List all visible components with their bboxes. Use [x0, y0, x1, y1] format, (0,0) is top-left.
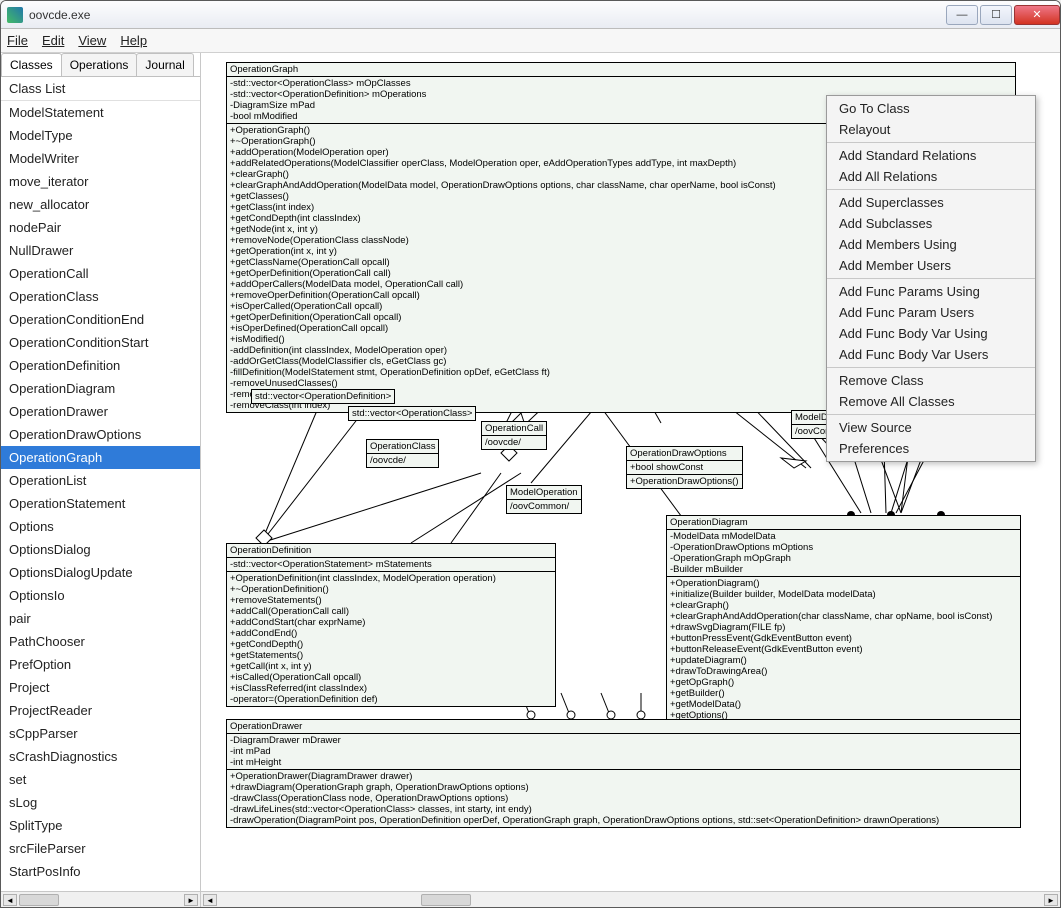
context-menu[interactable]: Go To ClassRelayout Add Standard Relation…: [826, 95, 1036, 462]
context-menu-item[interactable]: Add All Relations: [827, 166, 1035, 187]
context-menu-item[interactable]: Go To Class: [827, 98, 1035, 119]
uml-vec-opclass[interactable]: std::vector<OperationClass>: [348, 406, 476, 421]
class-list-item[interactable]: OperationConditionStart: [1, 331, 200, 354]
class-list-item[interactable]: OperationList: [1, 469, 200, 492]
app-window: oovcde.exe — ☐ ✕ File Edit View Help Cla…: [0, 0, 1061, 908]
class-list-item[interactable]: OperationConditionEnd: [1, 308, 200, 331]
class-list[interactable]: ModelStatementModelTypeModelWritermove_i…: [1, 101, 200, 891]
context-menu-item[interactable]: Remove All Classes: [827, 391, 1035, 412]
class-list-item[interactable]: move_iterator: [1, 170, 200, 193]
diagram-canvas[interactable]: OperationGraph -std::vector<OperationCla…: [201, 53, 1060, 891]
class-list-item[interactable]: OptionsDialogUpdate: [1, 561, 200, 584]
class-list-item[interactable]: srcFileParser: [1, 837, 200, 860]
class-list-item[interactable]: OptionsDialog: [1, 538, 200, 561]
class-list-item[interactable]: pair: [1, 607, 200, 630]
class-list-label: Class List: [1, 77, 200, 101]
class-list-item[interactable]: ModelType: [1, 124, 200, 147]
class-list-item[interactable]: StartPosInfo: [1, 860, 200, 883]
tab-operations[interactable]: Operations: [61, 53, 138, 76]
class-list-item[interactable]: ModelWriter: [1, 147, 200, 170]
class-list-item[interactable]: sLog: [1, 791, 200, 814]
sidebar-hscroll[interactable]: ◄ ►: [1, 891, 200, 907]
context-menu-item[interactable]: Remove Class: [827, 370, 1035, 391]
sidebar: Classes Operations Journal Class List Mo…: [1, 53, 201, 907]
context-menu-item[interactable]: Add Func Body Var Users: [827, 344, 1035, 365]
tab-classes[interactable]: Classes: [1, 53, 62, 76]
menubar: File Edit View Help: [1, 29, 1060, 53]
context-menu-item[interactable]: Add Member Users: [827, 255, 1035, 276]
context-menu-item[interactable]: Add Func Params Using: [827, 281, 1035, 302]
class-list-item[interactable]: sCppParser: [1, 722, 200, 745]
class-list-item[interactable]: OperationCall: [1, 262, 200, 285]
diagram-area: OperationGraph -std::vector<OperationCla…: [201, 53, 1060, 907]
context-menu-item[interactable]: Add Func Body Var Using: [827, 323, 1035, 344]
scroll-thumb[interactable]: [19, 894, 59, 906]
class-list-item[interactable]: sCrashDiagnostics: [1, 745, 200, 768]
class-list-item[interactable]: OperationDrawer: [1, 400, 200, 423]
class-list-item[interactable]: SplitType: [1, 814, 200, 837]
context-menu-item[interactable]: Add Func Param Users: [827, 302, 1035, 323]
scroll-thumb[interactable]: [421, 894, 471, 906]
class-list-item[interactable]: PrefOption: [1, 653, 200, 676]
class-list-item[interactable]: OperationDefinition: [1, 354, 200, 377]
uml-operationdrawoptions[interactable]: OperationDrawOptions +bool showConst +Op…: [626, 446, 743, 489]
uml-vec-opdef[interactable]: std::vector<OperationDefinition>: [251, 389, 395, 404]
uml-operationdrawer[interactable]: OperationDrawer -DiagramDrawer mDrawer-i…: [226, 719, 1021, 828]
menu-edit[interactable]: Edit: [42, 33, 64, 48]
class-list-item[interactable]: NullDrawer: [1, 239, 200, 262]
context-menu-item[interactable]: Relayout: [827, 119, 1035, 140]
context-menu-item[interactable]: View Source: [827, 417, 1035, 438]
context-menu-item[interactable]: Add Subclasses: [827, 213, 1035, 234]
class-list-item[interactable]: set: [1, 768, 200, 791]
class-list-item[interactable]: OperationClass: [1, 285, 200, 308]
context-menu-item[interactable]: Add Members Using: [827, 234, 1035, 255]
menu-file[interactable]: File: [7, 33, 28, 48]
menu-view[interactable]: View: [78, 33, 106, 48]
uml-operationcall[interactable]: OperationCall /oovcde/: [481, 421, 547, 450]
class-list-item[interactable]: nodePair: [1, 216, 200, 239]
class-list-item[interactable]: OperationGraph: [1, 446, 200, 469]
maximize-button[interactable]: ☐: [980, 5, 1012, 25]
minimize-button[interactable]: —: [946, 5, 978, 25]
window-title: oovcde.exe: [29, 8, 944, 22]
class-list-item[interactable]: ProjectReader: [1, 699, 200, 722]
canvas-hscroll[interactable]: ◄ ►: [201, 891, 1060, 907]
class-list-item[interactable]: OperationDiagram: [1, 377, 200, 400]
context-menu-item[interactable]: Preferences: [827, 438, 1035, 459]
class-list-item[interactable]: Options: [1, 515, 200, 538]
titlebar: oovcde.exe — ☐ ✕: [1, 1, 1060, 29]
uml-operationdefinition[interactable]: OperationDefinition -std::vector<Operati…: [226, 543, 556, 707]
scroll-left-icon[interactable]: ◄: [203, 894, 217, 906]
context-menu-item[interactable]: Add Standard Relations: [827, 145, 1035, 166]
class-list-item[interactable]: ModelStatement: [1, 101, 200, 124]
tab-journal[interactable]: Journal: [136, 53, 193, 76]
uml-operationdiagram[interactable]: OperationDiagram -ModelData mModelData-O…: [666, 515, 1021, 723]
uml-operationclass[interactable]: OperationClass /oovcde/: [366, 439, 439, 468]
class-list-item[interactable]: OperationStatement: [1, 492, 200, 515]
window-controls: — ☐ ✕: [944, 5, 1060, 25]
uml-modeloperation[interactable]: ModelOperation /oovCommon/: [506, 485, 582, 514]
scroll-right-icon[interactable]: ►: [1044, 894, 1058, 906]
menu-help[interactable]: Help: [120, 33, 147, 48]
app-icon: [7, 7, 23, 23]
class-list-item[interactable]: Project: [1, 676, 200, 699]
class-list-item[interactable]: OptionsIo: [1, 584, 200, 607]
close-button[interactable]: ✕: [1014, 5, 1060, 25]
class-list-item[interactable]: OperationDrawOptions: [1, 423, 200, 446]
scroll-right-icon[interactable]: ►: [184, 894, 198, 906]
sidebar-tabs: Classes Operations Journal: [1, 53, 200, 77]
scroll-left-icon[interactable]: ◄: [3, 894, 17, 906]
context-menu-item[interactable]: Add Superclasses: [827, 192, 1035, 213]
class-list-item[interactable]: PathChooser: [1, 630, 200, 653]
class-list-item[interactable]: new_allocator: [1, 193, 200, 216]
